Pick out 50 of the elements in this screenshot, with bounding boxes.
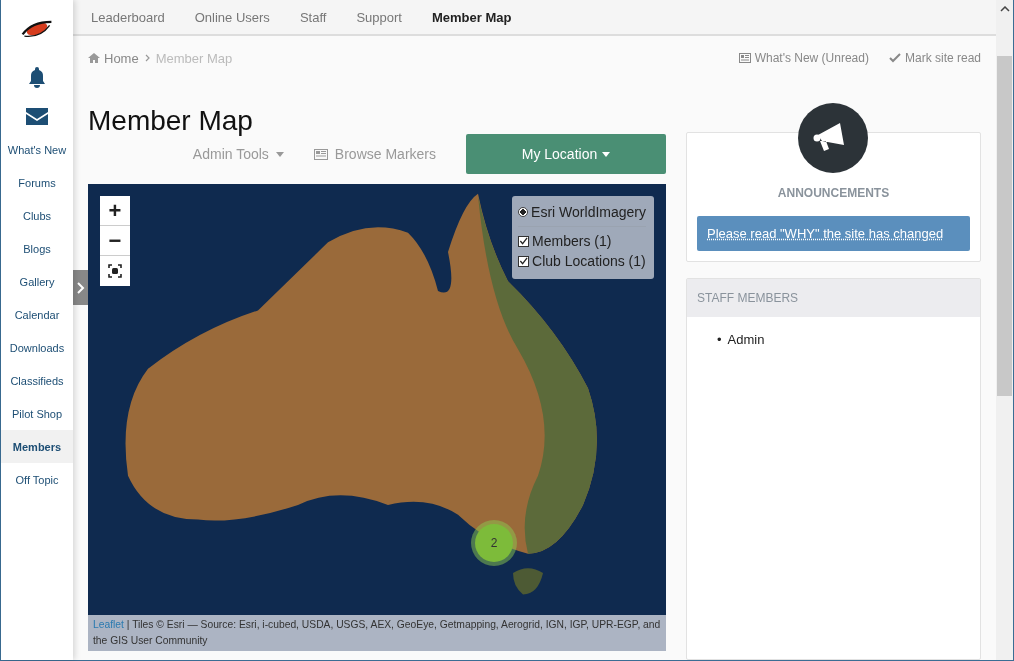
newspaper-icon (738, 53, 751, 63)
chevron-right-icon (76, 281, 85, 294)
sidebar-item[interactable]: Blogs (1, 232, 73, 265)
layer-label: Members (1) (532, 232, 612, 251)
bell-icon[interactable] (27, 66, 47, 88)
sidebar-item[interactable]: Pilot Shop (1, 397, 73, 430)
chevron-icon (144, 54, 150, 62)
marker-cluster[interactable]: 2 (475, 524, 513, 562)
breadcrumb-link[interactable]: Home (104, 50, 139, 66)
my-location-button[interactable]: My Location (466, 134, 666, 174)
header-link[interactable]: What's New (Unread) (754, 51, 869, 65)
checkmark-icon (888, 53, 901, 63)
nav-tab[interactable]: Member Map (419, 0, 524, 34)
nav-tab[interactable]: Support (344, 0, 414, 34)
staff-member-link[interactable]: Admin (727, 331, 765, 349)
sidebar-item[interactable]: Clubs (1, 199, 73, 232)
nav-tab[interactable]: Online Users (182, 0, 282, 34)
sidebar-item[interactable]: Downloads (1, 331, 73, 364)
sidebar-toggle-button[interactable] (73, 270, 88, 305)
satellite-map[interactable]: + − Esri WorldImagery Members (1) Club Locations (1) 2 Leaflet | Tiles © Esri — Source: Esri, i-cubed, USDA, USGS, AEX, GeoEye, Getmapping, Aerogrid, IGN, IGP, UPR-EGP, and the GIS User Community (88, 184, 666, 651)
sidebar-item[interactable]: Members (1, 430, 73, 463)
announcements-heading: ANNOUNCEMENTS (776, 186, 891, 200)
staff-members-heading: STAFF MEMBERS (687, 279, 980, 317)
layer-label: Esri WorldImagery (531, 203, 646, 222)
nav-tab[interactable]: Leaderboard (79, 0, 177, 34)
radio-button[interactable] (518, 207, 529, 217)
sidebar-item[interactable]: Gallery (1, 265, 73, 298)
zoom-in-button[interactable]: + (100, 196, 130, 226)
caret-up-icon[interactable] (999, 6, 1010, 12)
sidebar-item[interactable]: Off Topic (1, 463, 73, 496)
nav-tab[interactable]: Staff (287, 0, 339, 34)
caret-icon (275, 151, 284, 157)
expand-icon (108, 264, 122, 278)
scrollbar[interactable] (996, 0, 1013, 660)
sidebar-item[interactable]: Classifieds (1, 364, 73, 397)
layer-label: Club Locations (1) (532, 252, 646, 271)
envelope-icon[interactable] (26, 108, 48, 125)
island (513, 568, 543, 595)
page-title: Member Map (88, 104, 254, 138)
caret-icon (602, 151, 611, 157)
map-attribution: Leaflet | Tiles © Esri — Source: Esri, i-cubed, USDA, USGS, AEX, GeoEye, Getmapping, Aerogrid, IGN, IGP, UPR-EGP, and the GIS User Community (88, 615, 666, 651)
home-icon[interactable] (88, 53, 100, 63)
sidebar-item[interactable]: Calendar (1, 298, 73, 331)
checkbox[interactable] (518, 235, 530, 247)
list-bullet: • (717, 331, 722, 349)
header-link[interactable]: Mark site read (904, 51, 981, 65)
checkbox[interactable] (518, 255, 530, 267)
sidebar-item[interactable]: What's New (1, 133, 73, 166)
sidebar-item[interactable]: Forums (1, 166, 73, 199)
newspaper-icon (313, 148, 328, 160)
